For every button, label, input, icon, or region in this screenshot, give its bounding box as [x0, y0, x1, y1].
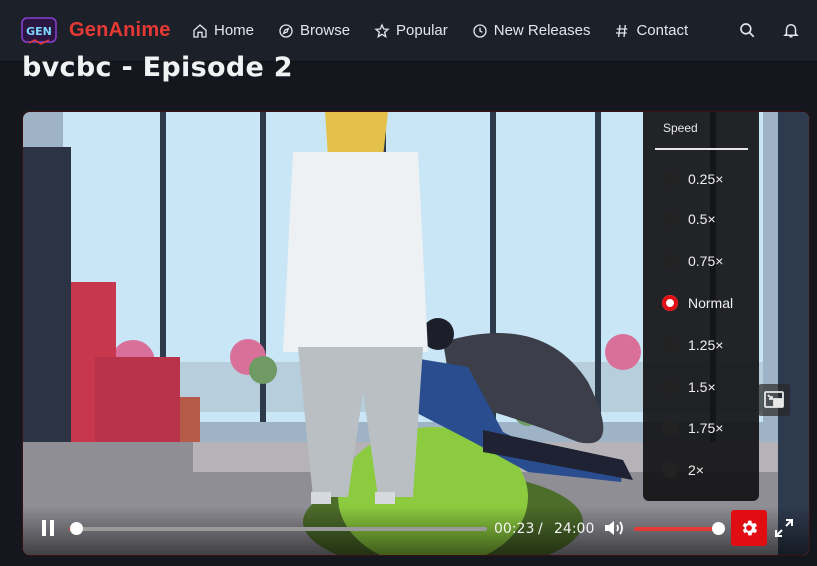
speed-option-1-75[interactable]: 1.75×: [688, 420, 723, 436]
clock-icon: [473, 23, 487, 38]
current-time: 00:23: [494, 521, 535, 537]
speed-radio[interactable]: [662, 379, 678, 395]
fullscreen-icon[interactable]: [774, 518, 794, 538]
home-icon: [193, 23, 207, 38]
speed-option-1-25[interactable]: 1.25×: [688, 337, 723, 353]
search-icon[interactable]: [738, 21, 756, 39]
speed-option-1-5[interactable]: 1.5×: [688, 379, 716, 395]
video-player[interactable]: Speed 0.25× 0.5× 0.75× Normal 1.25× 1.5×…: [22, 111, 810, 556]
volume-handle[interactable]: [712, 522, 725, 535]
star-icon: [374, 22, 390, 38]
nav-item-label: Browse: [300, 22, 351, 39]
speed-option-2[interactable]: 2×: [688, 462, 704, 478]
logo-lettering: GEN: [26, 25, 52, 38]
gear-icon: [742, 520, 758, 536]
seek-bar[interactable]: [69, 522, 487, 535]
speed-option-0-5[interactable]: 0.5×: [688, 211, 716, 227]
speed-menu-divider: [655, 148, 748, 150]
speed-radio[interactable]: [662, 211, 678, 227]
brand-name[interactable]: GenAnime: [69, 19, 171, 42]
speed-radio[interactable]: [662, 253, 678, 269]
speed-radio-selected[interactable]: [662, 295, 678, 311]
pause-icon[interactable]: [40, 519, 56, 537]
pip-icon: [764, 391, 784, 408]
speed-radio[interactable]: [662, 420, 678, 436]
compass-icon: [279, 23, 293, 38]
pip-button[interactable]: [758, 384, 790, 416]
volume-icon[interactable]: [603, 518, 625, 538]
speed-radio[interactable]: [662, 171, 678, 187]
hash-icon: [616, 24, 628, 37]
nav-item-label: New Releases: [493, 22, 591, 39]
volume-slider[interactable]: [634, 522, 725, 535]
speed-radio[interactable]: [662, 337, 678, 353]
speed-option-0-25[interactable]: 0.25×: [688, 171, 723, 187]
genanime-logo[interactable]: GEN: [21, 15, 57, 47]
time-separator: /: [538, 521, 543, 537]
nav-item-label: Popular: [396, 22, 448, 39]
speed-menu: Speed 0.25× 0.5× 0.75× Normal 1.25× 1.5×…: [643, 112, 759, 501]
nav-item-label: Home: [214, 22, 255, 39]
bell-icon[interactable]: [782, 21, 800, 39]
nav-item-contact[interactable]: Contact: [614, 0, 688, 61]
nav-item-new-releases[interactable]: New Releases: [472, 0, 591, 61]
page-title: bvcbc - Episode 2: [22, 52, 293, 83]
speed-radio[interactable]: [662, 462, 678, 478]
speed-menu-title: Speed: [663, 121, 698, 135]
duration: 24:00: [554, 521, 595, 537]
nav-item-label: Contact: [636, 22, 689, 39]
seek-handle[interactable]: [69, 522, 83, 535]
speed-option-normal[interactable]: Normal: [688, 295, 733, 311]
speed-option-0-75[interactable]: 0.75×: [688, 253, 723, 269]
nav-item-popular[interactable]: Popular: [374, 0, 448, 61]
settings-button[interactable]: [731, 510, 767, 546]
